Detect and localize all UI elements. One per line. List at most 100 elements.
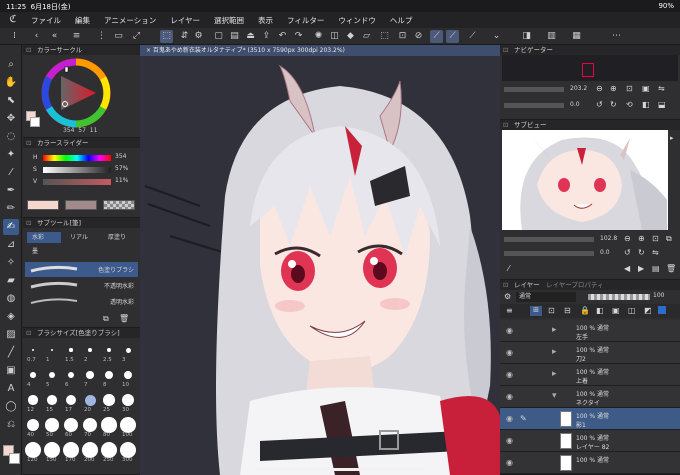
subtool-tab-real[interactable]: リアル	[65, 232, 99, 243]
subview-rotate-right-icon[interactable]: ↻	[638, 248, 645, 257]
eye-icon[interactable]: ◉	[506, 348, 513, 357]
drag-icon[interactable]: ⋮	[95, 30, 108, 43]
clear-icon[interactable]: ▱	[360, 30, 373, 43]
panel-close-icon[interactable]: ⊡	[503, 45, 508, 55]
ruler-icon[interactable]: ⟋	[466, 30, 479, 43]
menu-window[interactable]: ウィンドウ	[331, 15, 383, 26]
frame-icon[interactable]: ▣	[3, 363, 19, 379]
draft-icon[interactable]: ⊟	[564, 306, 571, 315]
value-slider[interactable]	[43, 179, 111, 185]
zoom-slider[interactable]	[504, 87, 564, 92]
brush-size-dot[interactable]	[120, 417, 136, 433]
brush-size-dot[interactable]	[45, 418, 59, 432]
navigator-preview[interactable]	[502, 55, 678, 81]
ruler-snap-icon[interactable]: ⟋	[430, 30, 443, 43]
pencil-icon[interactable]: ✏	[3, 201, 19, 217]
gradient-icon[interactable]: ▨	[3, 327, 19, 343]
lasso-icon[interactable]: ◌	[3, 129, 19, 145]
layer-property-tab[interactable]: レイヤープロパティ	[546, 281, 604, 289]
brush-size-dot[interactable]	[84, 394, 96, 406]
flip-h-icon[interactable]: ◧	[642, 100, 650, 109]
brush-size-dot[interactable]	[120, 442, 136, 458]
brush-item[interactable]: 透明水彩	[25, 294, 138, 309]
brush-size-dot[interactable]	[30, 372, 36, 378]
hand-icon[interactable]: ✋	[3, 75, 19, 91]
subview-copy-icon[interactable]: ⧉	[666, 234, 672, 244]
subview-trash-icon[interactable]: 🗑	[666, 264, 676, 273]
brush-size-dot[interactable]	[101, 417, 117, 433]
color-history-1[interactable]	[27, 200, 59, 210]
rotate-left-icon[interactable]: ↺	[596, 100, 603, 109]
clip-icon[interactable]: ⊞	[530, 306, 542, 316]
eyedropper-icon[interactable]: ⁄	[3, 165, 19, 181]
subview-open-icon[interactable]: ▤	[652, 264, 660, 273]
layer-row[interactable]: ◉ ▸ 100 % 通常 刀2	[500, 342, 680, 364]
brush-size-dot[interactable]	[101, 442, 117, 458]
new-icon[interactable]: ▢	[212, 30, 225, 43]
sub-color-swatch[interactable]	[9, 453, 20, 464]
magic-wand-icon[interactable]: ✦	[3, 147, 19, 163]
double-arrow-icon[interactable]: «	[48, 30, 61, 43]
subtool-tab-ink[interactable]: 墨	[27, 246, 61, 257]
brush-size-dot[interactable]	[32, 349, 34, 351]
list-icon[interactable]: ≡	[70, 30, 83, 43]
brush-size-dot[interactable]	[25, 442, 41, 458]
eye-icon[interactable]: ◉	[506, 326, 513, 335]
menu-file[interactable]: ファイル	[24, 15, 68, 26]
blend-icon[interactable]: ◍	[3, 291, 19, 307]
balloon-icon[interactable]: ◯	[3, 399, 19, 415]
rotate-right-icon[interactable]: ↻	[610, 100, 617, 109]
layer-row[interactable]: ◉ ▾ 100 % 通常 ネクタイ	[500, 386, 680, 408]
subtool-tab-watercolor[interactable]: 水彩	[27, 232, 61, 243]
layer-tab[interactable]: レイヤー	[514, 281, 540, 289]
actual-size-icon[interactable]: ▣	[642, 84, 650, 93]
move-layer-icon[interactable]: ✥	[3, 111, 19, 127]
brush-size-dot[interactable]	[88, 348, 92, 352]
text-icon[interactable]: A	[3, 381, 19, 397]
eye-icon[interactable]: ◉	[506, 370, 513, 379]
layer-menu-icon[interactable]: ≡	[506, 306, 513, 315]
brush-size-dot[interactable]	[121, 393, 135, 407]
hue-slider[interactable]	[43, 155, 111, 161]
panel-toggle-icon[interactable]: ◨	[520, 30, 533, 43]
eye-icon[interactable]: ◉	[506, 458, 513, 467]
settings-icon[interactable]: ⚙	[192, 30, 205, 43]
lock-alpha-icon[interactable]: ◧	[596, 306, 604, 315]
panel-close-icon[interactable]: ⊡	[503, 120, 508, 130]
pen-icon[interactable]: ✒	[3, 183, 19, 199]
subview-rotate-slider[interactable]	[504, 251, 594, 256]
eye-icon[interactable]: ◉	[506, 392, 513, 401]
panel-close-icon[interactable]: ⊡	[26, 328, 31, 338]
loading-icon[interactable]: ✺	[312, 30, 325, 43]
eye-icon[interactable]: ◉	[506, 414, 513, 423]
brush-size-dot[interactable]	[26, 418, 40, 432]
fit-icon[interactable]: ⊡	[626, 84, 633, 93]
open-icon[interactable]: ▤	[228, 30, 241, 43]
brush-size-dot[interactable]	[103, 394, 115, 406]
brush-size-dot[interactable]	[65, 394, 77, 406]
menu-filter[interactable]: フィルター	[280, 15, 331, 26]
flip-v-icon[interactable]: ⬓	[658, 100, 666, 109]
document-tab[interactable]: × 百鬼あやめ新衣装オルタナティブ* (3510 x 7590px 300dpi…	[140, 45, 500, 56]
airbrush-icon[interactable]: ⊿	[3, 237, 19, 253]
saturation-slider[interactable]	[43, 167, 111, 173]
subview-zoom-in-icon[interactable]: ⊕	[638, 234, 645, 243]
operation-icon[interactable]: ⬉	[3, 93, 19, 109]
brush-size-dot[interactable]	[86, 371, 94, 379]
color-wheel[interactable]	[41, 58, 111, 128]
ruler-snap2-icon[interactable]: ⟋	[446, 30, 459, 43]
bucket-icon[interactable]: ◈	[3, 309, 19, 325]
subtool-tab-impasto[interactable]: 厚塗り	[103, 232, 137, 243]
brush-size-dot[interactable]	[63, 442, 79, 458]
brush-size-dot[interactable]	[44, 442, 60, 458]
flip-icon[interactable]: ⇋	[658, 84, 665, 93]
menu-view[interactable]: 表示	[251, 15, 280, 26]
reference-icon[interactable]: ⊡	[548, 306, 555, 315]
subview-prev-icon[interactable]: ◀	[624, 264, 630, 273]
brush-item[interactable]: 不透明水彩	[25, 278, 138, 293]
brush-size-dot[interactable]	[28, 395, 38, 405]
subview-zoom-out-icon[interactable]: ⊖	[624, 234, 631, 243]
panel-close-icon[interactable]: ⊡	[26, 45, 31, 55]
lock-icon[interactable]: 🔒	[580, 306, 590, 315]
panel-close-icon[interactable]: ⊡	[26, 218, 31, 228]
